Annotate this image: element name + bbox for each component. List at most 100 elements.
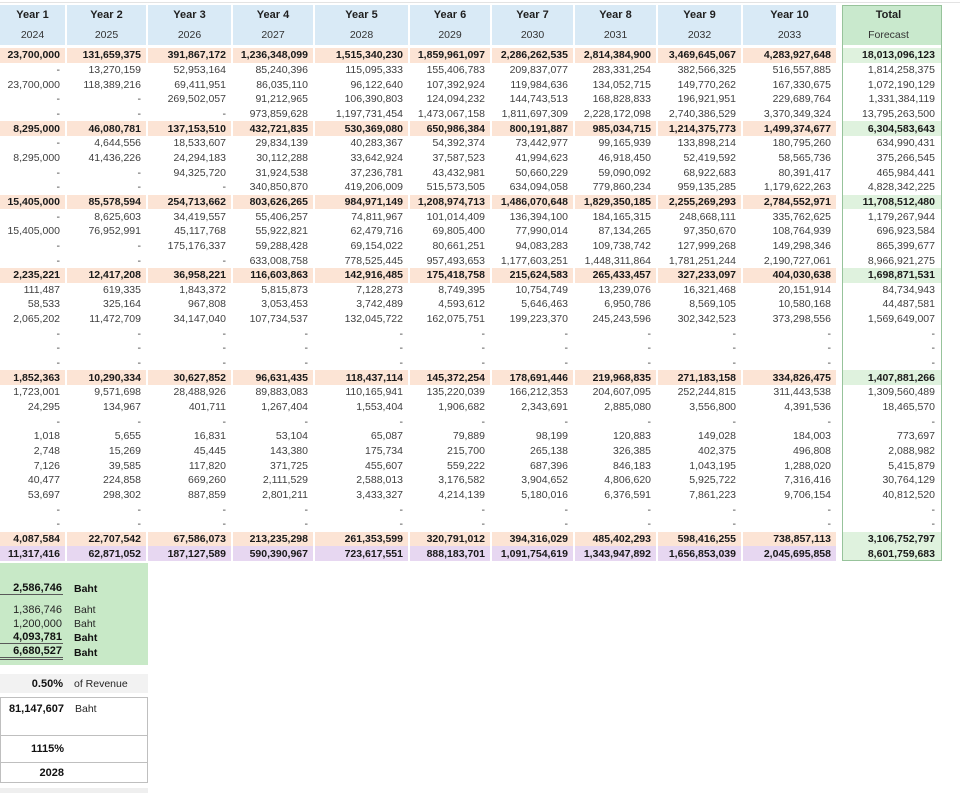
table-cell[interactable]: - — [575, 341, 658, 356]
total-cell[interactable]: 696,923,584 — [842, 223, 942, 239]
table-cell[interactable]: 371,725 — [233, 458, 315, 474]
table-cell[interactable]: - — [67, 179, 148, 195]
table-cell[interactable]: 86,035,110 — [233, 77, 315, 92]
table-cell[interactable]: 669,260 — [148, 473, 233, 488]
table-cell[interactable]: 340,850,870 — [233, 179, 315, 195]
table-cell[interactable]: 973,859,628 — [233, 106, 315, 122]
year-header-cell[interactable]: Year 3 — [148, 5, 233, 25]
table-cell[interactable]: 13,239,076 — [575, 282, 658, 298]
table-cell[interactable]: 634,094,058 — [492, 179, 575, 195]
table-cell[interactable]: 298,302 — [67, 487, 148, 503]
table-cell[interactable]: 80,391,417 — [743, 165, 838, 180]
table-cell[interactable]: - — [148, 326, 233, 342]
table-cell[interactable]: - — [410, 341, 492, 356]
table-cell[interactable]: 1,177,603,251 — [492, 253, 575, 268]
table-cell[interactable]: - — [0, 517, 67, 532]
table-cell[interactable]: - — [658, 502, 743, 517]
table-cell[interactable]: 1,843,372 — [148, 282, 233, 298]
table-cell[interactable]: 4,593,612 — [410, 297, 492, 312]
table-cell[interactable]: 984,971,149 — [315, 194, 410, 210]
table-cell[interactable]: 2,740,386,529 — [658, 106, 743, 122]
year-number-cell[interactable]: 2028 — [315, 25, 410, 45]
table-cell[interactable]: 107,392,924 — [410, 77, 492, 92]
table-cell[interactable]: 5,655 — [67, 429, 148, 444]
table-cell[interactable]: 53,697 — [0, 487, 67, 503]
table-cell[interactable]: 590,390,967 — [233, 546, 315, 561]
table-cell[interactable]: 2,343,691 — [492, 399, 575, 415]
table-cell[interactable]: 4,283,927,648 — [743, 48, 838, 63]
table-cell[interactable]: 7,316,416 — [743, 473, 838, 488]
table-cell[interactable]: 116,603,863 — [233, 267, 315, 283]
table-cell[interactable]: 9,571,698 — [67, 385, 148, 400]
table-cell[interactable]: - — [148, 502, 233, 517]
summary-row[interactable]: 2,586,746 Baht — [0, 581, 148, 596]
total-cell[interactable]: 1,179,267,944 — [842, 209, 942, 224]
table-cell[interactable]: 3,370,349,324 — [743, 106, 838, 122]
table-cell[interactable]: 2,111,529 — [233, 473, 315, 488]
summary-value[interactable]: 1,386,746 — [0, 604, 63, 616]
table-cell[interactable]: 175,418,758 — [410, 267, 492, 283]
table-cell[interactable]: 39,585 — [67, 458, 148, 474]
table-cell[interactable]: 15,405,000 — [0, 223, 67, 239]
table-cell[interactable]: 98,199 — [492, 429, 575, 444]
table-cell[interactable]: 41,994,623 — [492, 150, 575, 166]
table-cell[interactable]: 127,999,268 — [658, 238, 743, 254]
table-cell[interactable]: 1,553,404 — [315, 399, 410, 415]
total-cell[interactable]: 5,415,879 — [842, 458, 942, 474]
table-cell[interactable]: - — [148, 355, 233, 371]
table-cell[interactable]: 1,859,961,097 — [410, 48, 492, 63]
table-cell[interactable]: 37,587,523 — [410, 150, 492, 166]
table-cell[interactable]: 175,176,337 — [148, 238, 233, 254]
table-cell[interactable]: 65,087 — [315, 429, 410, 444]
year-value[interactable]: 2028 — [1, 767, 64, 779]
table-cell[interactable]: 2,286,262,535 — [492, 48, 575, 63]
table-cell[interactable]: 15,405,000 — [0, 194, 67, 210]
table-cell[interactable]: 1,267,404 — [233, 399, 315, 415]
table-cell[interactable]: 24,294,183 — [148, 150, 233, 166]
table-cell[interactable]: 320,791,012 — [410, 531, 492, 547]
total-cell[interactable]: 18,465,570 — [842, 399, 942, 415]
table-cell[interactable]: 18,533,607 — [148, 135, 233, 151]
table-cell[interactable]: 2,814,384,900 — [575, 48, 658, 63]
table-cell[interactable]: 382,566,325 — [658, 62, 743, 78]
table-cell[interactable]: 404,030,638 — [743, 267, 838, 283]
table-cell[interactable]: 149,770,262 — [658, 77, 743, 92]
summary-value[interactable]: 1,200,000 — [0, 618, 63, 630]
table-cell[interactable]: 87,134,265 — [575, 223, 658, 239]
total-cell[interactable]: 375,266,545 — [842, 150, 942, 166]
table-cell[interactable]: 2,588,013 — [315, 473, 410, 488]
table-cell[interactable]: - — [0, 355, 67, 371]
table-cell[interactable]: 109,738,742 — [575, 238, 658, 254]
table-cell[interactable]: - — [0, 502, 67, 517]
table-cell[interactable]: 46,080,781 — [67, 121, 148, 136]
table-cell[interactable]: 3,742,489 — [315, 297, 410, 312]
table-cell[interactable]: 803,626,265 — [233, 194, 315, 210]
table-cell[interactable]: 97,350,670 — [658, 223, 743, 239]
table-cell[interactable]: 149,298,346 — [743, 238, 838, 254]
table-cell[interactable]: 178,691,446 — [492, 370, 575, 386]
table-cell[interactable]: 8,749,395 — [410, 282, 492, 298]
table-cell[interactable]: - — [233, 341, 315, 356]
table-cell[interactable]: 136,394,100 — [492, 209, 575, 224]
table-cell[interactable]: 79,889 — [410, 429, 492, 444]
table-cell[interactable]: 50,660,229 — [492, 165, 575, 180]
table-cell[interactable]: - — [315, 502, 410, 517]
table-cell[interactable]: 311,443,538 — [743, 385, 838, 400]
table-cell[interactable]: 16,321,468 — [658, 282, 743, 298]
table-cell[interactable]: 335,762,625 — [743, 209, 838, 224]
table-cell[interactable]: 252,244,815 — [658, 385, 743, 400]
table-cell[interactable]: - — [0, 341, 67, 356]
table-cell[interactable]: - — [233, 326, 315, 342]
table-cell[interactable]: 142,916,485 — [315, 267, 410, 283]
table-cell[interactable]: 1,179,622,263 — [743, 179, 838, 195]
table-cell[interactable]: - — [67, 355, 148, 371]
table-cell[interactable]: - — [0, 253, 67, 268]
table-cell[interactable]: 52,953,164 — [148, 62, 233, 78]
table-cell[interactable]: 34,419,557 — [148, 209, 233, 224]
table-cell[interactable]: 132,045,722 — [315, 311, 410, 327]
table-cell[interactable]: 37,236,781 — [315, 165, 410, 180]
table-cell[interactable]: 325,164 — [67, 297, 148, 312]
table-cell[interactable]: 633,008,758 — [233, 253, 315, 268]
table-cell[interactable]: 5,180,016 — [492, 487, 575, 503]
table-cell[interactable]: 120,883 — [575, 429, 658, 444]
